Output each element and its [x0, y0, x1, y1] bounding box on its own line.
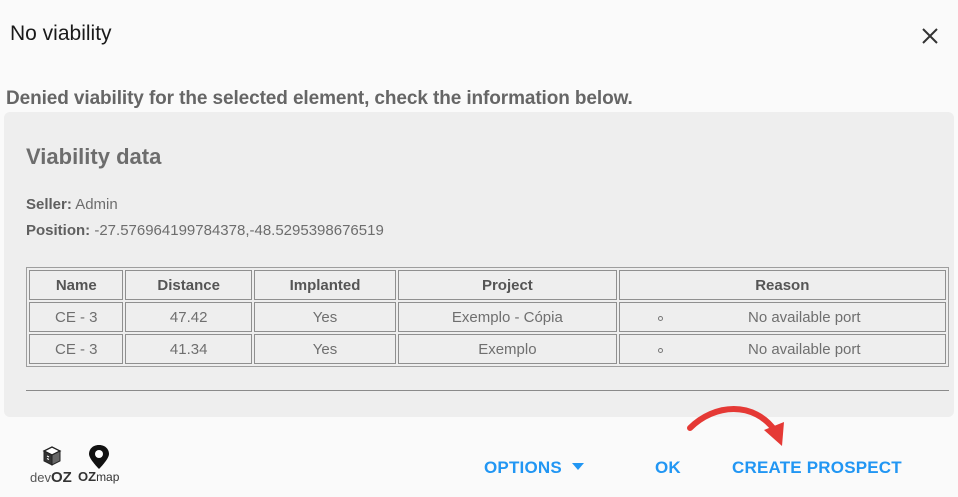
close-icon [922, 28, 938, 44]
bullet-icon [657, 348, 663, 353]
ok-button[interactable]: OK [655, 458, 681, 478]
table-row: CE - 3 41.34 Yes Exemplo No available po… [29, 334, 946, 364]
caret-down-icon [571, 463, 584, 471]
cell-distance: 47.42 [125, 302, 252, 332]
devoz-logo-text: devOZ [30, 469, 72, 486]
cell-reason: No available port [618, 334, 946, 364]
dialog-footer: devOZ OZmap OPTIONS OK CREATE PROSPECT [0, 425, 958, 497]
header-name: Name [29, 270, 124, 300]
viability-table-wrap: Name Distance Implanted Project Reason C… [26, 267, 949, 367]
ozmap-logo-text-bold: OZ [78, 469, 97, 484]
table-row: CE - 3 47.42 Yes Exemplo - Cópia No avai… [29, 302, 946, 332]
dialog-header: No viability [0, 0, 958, 70]
options-button[interactable]: OPTIONS [484, 458, 584, 478]
options-label: OPTIONS [484, 458, 562, 477]
table-header-row: Name Distance Implanted Project Reason [29, 270, 946, 300]
ozmap-logo: OZmap [78, 443, 126, 487]
close-button[interactable] [918, 24, 942, 48]
ozmap-logo-text: OZmap [78, 469, 119, 484]
seller-label: Seller: [26, 196, 72, 213]
position-line: Position: -27.576964199784378,-48.529539… [26, 222, 384, 239]
header-project: Project [398, 270, 617, 300]
position-label: Position: [26, 222, 91, 239]
bullet-icon [657, 316, 663, 321]
cell-distance: 41.34 [125, 334, 252, 364]
reason-text: No available port [748, 308, 861, 326]
ozmap-logo-text-light: map [96, 470, 120, 484]
header-distance: Distance [125, 270, 252, 300]
cell-reason: No available port [618, 302, 946, 332]
devoz-logo-text-bold: OZ [50, 469, 72, 486]
header-implanted: Implanted [253, 270, 397, 300]
create-prospect-button[interactable]: CREATE PROSPECT [732, 458, 902, 478]
dialog-title: No viability [10, 22, 112, 45]
cell-project: Exemplo [398, 334, 617, 364]
curved-arrow-annotation-icon [687, 406, 784, 446]
cell-implanted: Yes [253, 334, 397, 364]
seller-value: Admin [75, 196, 118, 213]
reason-text: No available port [748, 340, 861, 358]
cell-project: Exemplo - Cópia [398, 302, 617, 332]
card-divider [26, 390, 949, 391]
viability-data-card: Viability data Seller: Admin Position: -… [4, 112, 954, 417]
no-viability-dialog: No viability Denied viability for the se… [0, 0, 958, 497]
position-value: -27.576964199784378,-48.5295398676519 [94, 222, 384, 239]
header-reason: Reason [618, 270, 946, 300]
dialog-subtitle: Denied viability for the selected elemen… [6, 88, 633, 109]
card-title: Viability data [26, 144, 162, 169]
seller-line: Seller: Admin [26, 196, 118, 213]
devoz-logo-text-light: dev [30, 470, 51, 485]
viability-table: Name Distance Implanted Project Reason C… [26, 267, 949, 367]
cell-name: CE - 3 [29, 334, 124, 364]
devoz-logo: devOZ [30, 443, 74, 487]
cell-name: CE - 3 [29, 302, 124, 332]
cell-implanted: Yes [253, 302, 397, 332]
